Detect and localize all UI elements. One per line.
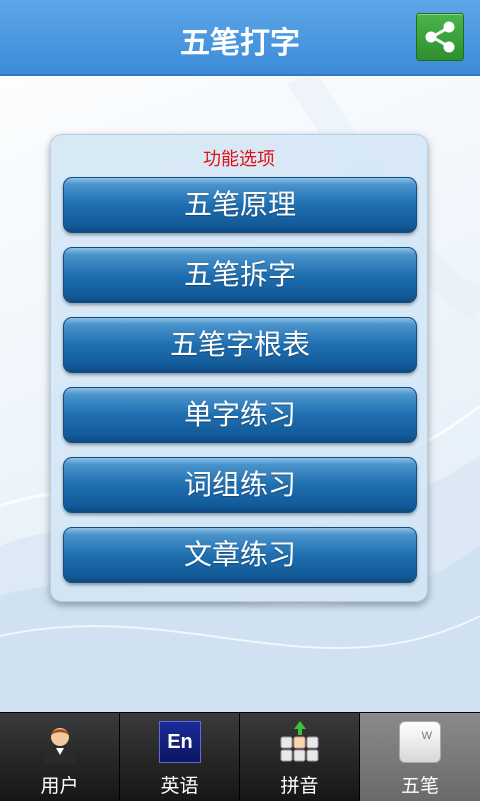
tab-wubi-label: 五笔 — [400, 775, 439, 797]
key-w-icon: W — [399, 721, 441, 763]
bottom-nav: 用户 En 英语 拼音 W 五笔 — [0, 712, 480, 801]
share-icon — [425, 21, 455, 53]
wubi-principle-button[interactable]: 五笔原理 — [63, 177, 417, 233]
wubi-split-char-button[interactable]: 五笔拆字 — [63, 247, 417, 303]
tab-wubi[interactable]: W 五笔 — [360, 713, 480, 801]
user-avatar-icon — [45, 728, 75, 763]
app-header: 五笔打字 — [0, 0, 480, 76]
panel-title: 功能选项 — [203, 149, 275, 170]
key-w-icon-text: W — [421, 730, 432, 742]
wubi-radical-table-button[interactable]: 五笔字根表 — [63, 317, 417, 373]
tab-pinyin[interactable]: 拼音 — [240, 713, 360, 801]
feature-panel: 功能选项 五笔原理 五笔拆字 五笔字根表 单字练习 词组练习 文章练习 — [50, 134, 428, 602]
tab-user-label: 用户 — [40, 775, 79, 797]
share-button[interactable] — [416, 13, 464, 61]
tab-user[interactable]: 用户 — [0, 713, 120, 801]
phrase-practice-button[interactable]: 词组练习 — [63, 457, 417, 513]
page-title: 五笔打字 — [180, 26, 300, 61]
english-en-icon: En — [159, 721, 201, 763]
english-en-icon-text: En — [167, 731, 193, 753]
tab-pinyin-label: 拼音 — [280, 775, 319, 797]
single-char-practice-button[interactable]: 单字练习 — [63, 387, 417, 443]
article-practice-button[interactable]: 文章练习 — [63, 527, 417, 583]
tab-english-label: 英语 — [160, 775, 199, 797]
tab-english[interactable]: En 英语 — [120, 713, 240, 801]
keyboard-icon — [280, 721, 319, 762]
